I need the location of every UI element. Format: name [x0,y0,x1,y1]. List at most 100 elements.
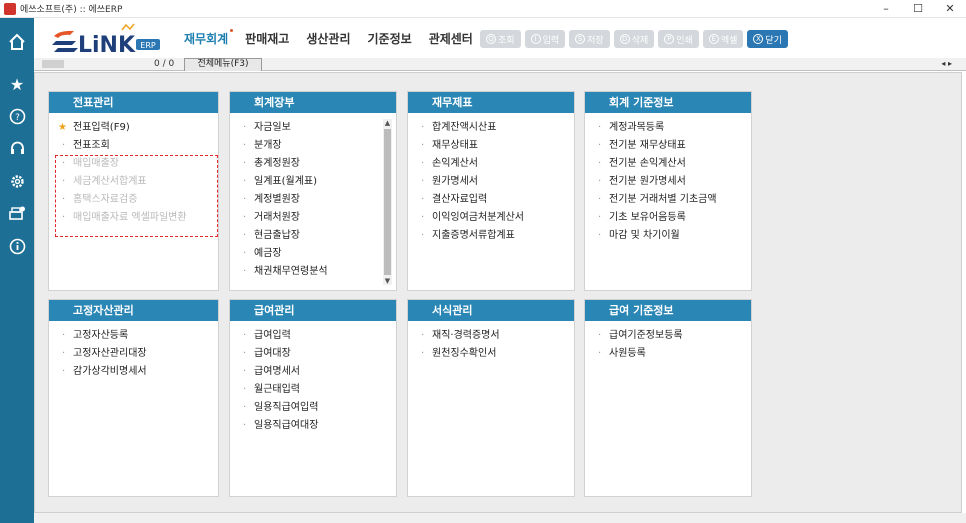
logo-badge: ERP [140,41,156,50]
menu-item[interactable]: 원가명세서 [408,173,574,191]
window-titlebar: 에쓰소프트(주) :: 에쓰ERP – ☐ ✕ [0,0,966,18]
menu-item[interactable]: 거래처원장 [230,209,396,227]
menu-item[interactable]: 급여명세서 [230,363,396,381]
tab-count: 0 / 0 [154,59,175,69]
toolbar: Q 조회 I 입력 S 저장 D 삭제 P 인쇄 E 엑셀 X 닫기 [480,30,792,48]
help-icon[interactable]: ? [7,106,27,126]
menu-item[interactable]: 전표조회 [49,137,218,155]
excel-label: 엑셀 [720,35,738,46]
menu-item[interactable]: 월근태입력 [230,381,396,399]
panel-accounting-books: 회계장부 자금일보 분개장 총계정원장 일계표(월계표) 계정별원장 거래처원장… [229,91,397,291]
save-button[interactable]: S 저장 [569,30,610,48]
menu-item[interactable]: 결산자료입력 [408,191,574,209]
menu-item[interactable]: 마감 및 차기이월 [585,227,751,245]
menu-item[interactable]: 급여기준정보등록 [585,327,751,345]
menu-control-center[interactable]: 관제센터 [429,30,473,47]
panel-voucher-management: 전표관리 전표입력(F9) 전표조회 매입매출장 세금계산서합계표 홈택스자료검… [48,91,219,291]
menu-financial-accounting[interactable]: 재무회계 [184,28,234,47]
panel-title: 전표관리 [49,92,218,113]
menu-item[interactable]: 채권채무연령분석 [230,263,396,281]
menu-item[interactable]: 전기분 거래처별 기초금액 [585,191,751,209]
maximize-button[interactable]: ☐ [902,0,934,18]
print-label: 인쇄 [676,35,693,46]
menu-production[interactable]: 생산관리 [306,30,350,47]
excel-button[interactable]: E 엑셀 [702,30,744,48]
panel-payroll: 급여관리 급여입력 급여대장 급여명세서 월근태입력 일용직급여입력 일용직급여… [229,299,397,497]
menu-item[interactable]: 일계표(월계표) [230,173,396,191]
headset-icon[interactable] [7,138,27,158]
excel-key-icon: E [708,34,719,44]
query-label: 조회 [498,35,515,46]
panel-title: 회계장부 [230,92,396,113]
menu-item[interactable]: 급여대장 [230,345,396,363]
menu-item[interactable]: 분개장 [230,137,396,155]
info-icon[interactable] [7,236,27,256]
menu-item[interactable]: 전표입력(F9) [49,119,218,137]
menu-item[interactable]: 급여입력 [230,327,396,345]
menu-item[interactable]: 재무상태표 [408,137,574,155]
menu-item[interactable]: 고정자산등록 [49,327,218,345]
menu-item[interactable]: 전기분 손익계산서 [585,155,751,173]
menu-item[interactable]: 일용직급여입력 [230,399,396,417]
menu-item[interactable]: 손익계산서 [408,155,574,173]
tab-all-menu[interactable]: 전체메뉴(F3) [184,58,262,71]
blurred-label [42,60,64,68]
scroll-down-icon[interactable]: ▼ [383,277,392,285]
panel-title: 급여관리 [230,300,396,321]
minimize-button[interactable]: – [870,0,902,18]
menu-item[interactable]: 기초 보유어음등록 [585,209,751,227]
printer-settings-icon[interactable] [7,204,27,224]
svg-text:?: ? [15,113,20,123]
menu-item[interactable]: 합계잔액시산표 [408,119,574,137]
input-label: 입력 [542,35,560,46]
tab-scroll-arrows[interactable]: ◂ ▸ [941,58,952,70]
menu-master-data[interactable]: 기준정보 [368,30,412,47]
menu-item[interactable]: 계정과목등록 [585,119,751,137]
panel-fixed-assets: 고정자산관리 고정자산등록 고정자산관리대장 감가상각비명세서 [48,299,219,497]
query-button[interactable]: Q 조회 [480,30,521,48]
menu-item[interactable]: 예금장 [230,245,396,263]
menu-item[interactable]: 이익잉여금처분계산서 [408,209,574,227]
menu-sales-inventory[interactable]: 판매재고 [245,30,289,47]
print-button[interactable]: P 인쇄 [658,30,699,48]
menu-item[interactable]: 감가상각비명세서 [49,363,218,381]
panel-title: 회계 기준정보 [585,92,751,113]
panel-title: 고정자산관리 [49,300,218,321]
home-icon[interactable] [7,32,27,52]
close-button[interactable]: X 닫기 [747,30,788,48]
status-bar [34,513,966,523]
menu-item[interactable]: 사원등록 [585,345,751,363]
delete-key-icon: D [619,34,630,44]
menu-item[interactable]: 재직·경력증명서 [408,327,574,345]
save-key-icon: S [575,34,586,44]
panel-scrollbar[interactable]: ▲ ▼ [383,119,392,285]
scroll-up-icon[interactable]: ▲ [383,119,392,127]
panel-forms: 서식관리 재직·경력증명서 원천징수확인서 [407,299,575,497]
close-label: 닫기 [765,35,782,46]
save-label: 저장 [587,35,604,46]
menu-item[interactable]: 전기분 재무상태표 [585,137,751,155]
star-icon[interactable]: ★ [7,74,27,94]
tab-bar: 0 / 0 전체메뉴(F3) ◂ ▸ [34,58,966,71]
close-window-button[interactable]: ✕ [934,0,966,18]
menu-item[interactable]: 자금일보 [230,119,396,137]
menu-item[interactable]: 계정별원장 [230,191,396,209]
menu-item[interactable]: 총계정원장 [230,155,396,173]
menu-item[interactable]: 원천징수확인서 [408,345,574,363]
menu-item[interactable]: 현금출납장 [230,227,396,245]
app-header: LiNK ERP 재무회계 판매재고 생산관리 기준정보 관제센터 Q 조회 I입… [34,18,966,58]
input-button[interactable]: I 입력 [524,30,566,48]
menu-item[interactable]: 일용직급여대장 [230,417,396,435]
delete-button[interactable]: D 삭제 [613,30,655,48]
menu-item[interactable]: 전기분 원가명세서 [585,173,751,191]
gear-icon[interactable] [7,171,27,191]
panel-title: 서식관리 [408,300,574,321]
menu-board: 전표관리 전표입력(F9) 전표조회 매입매출장 세금계산서합계표 홈택스자료검… [34,72,962,513]
scrollbar-thumb[interactable] [384,129,391,275]
menu-item[interactable]: 지출증명서류합계표 [408,227,574,245]
delete-label: 삭제 [631,35,649,46]
main-menu: 재무회계 판매재고 생산관리 기준정보 관제센터 [184,18,490,58]
panel-accounting-master-data: 회계 기준정보 계정과목등록 전기분 재무상태표 전기분 손익계산서 전기분 원… [584,91,752,291]
query-key-icon: Q [486,34,496,44]
menu-item[interactable]: 고정자산관리대장 [49,345,218,363]
